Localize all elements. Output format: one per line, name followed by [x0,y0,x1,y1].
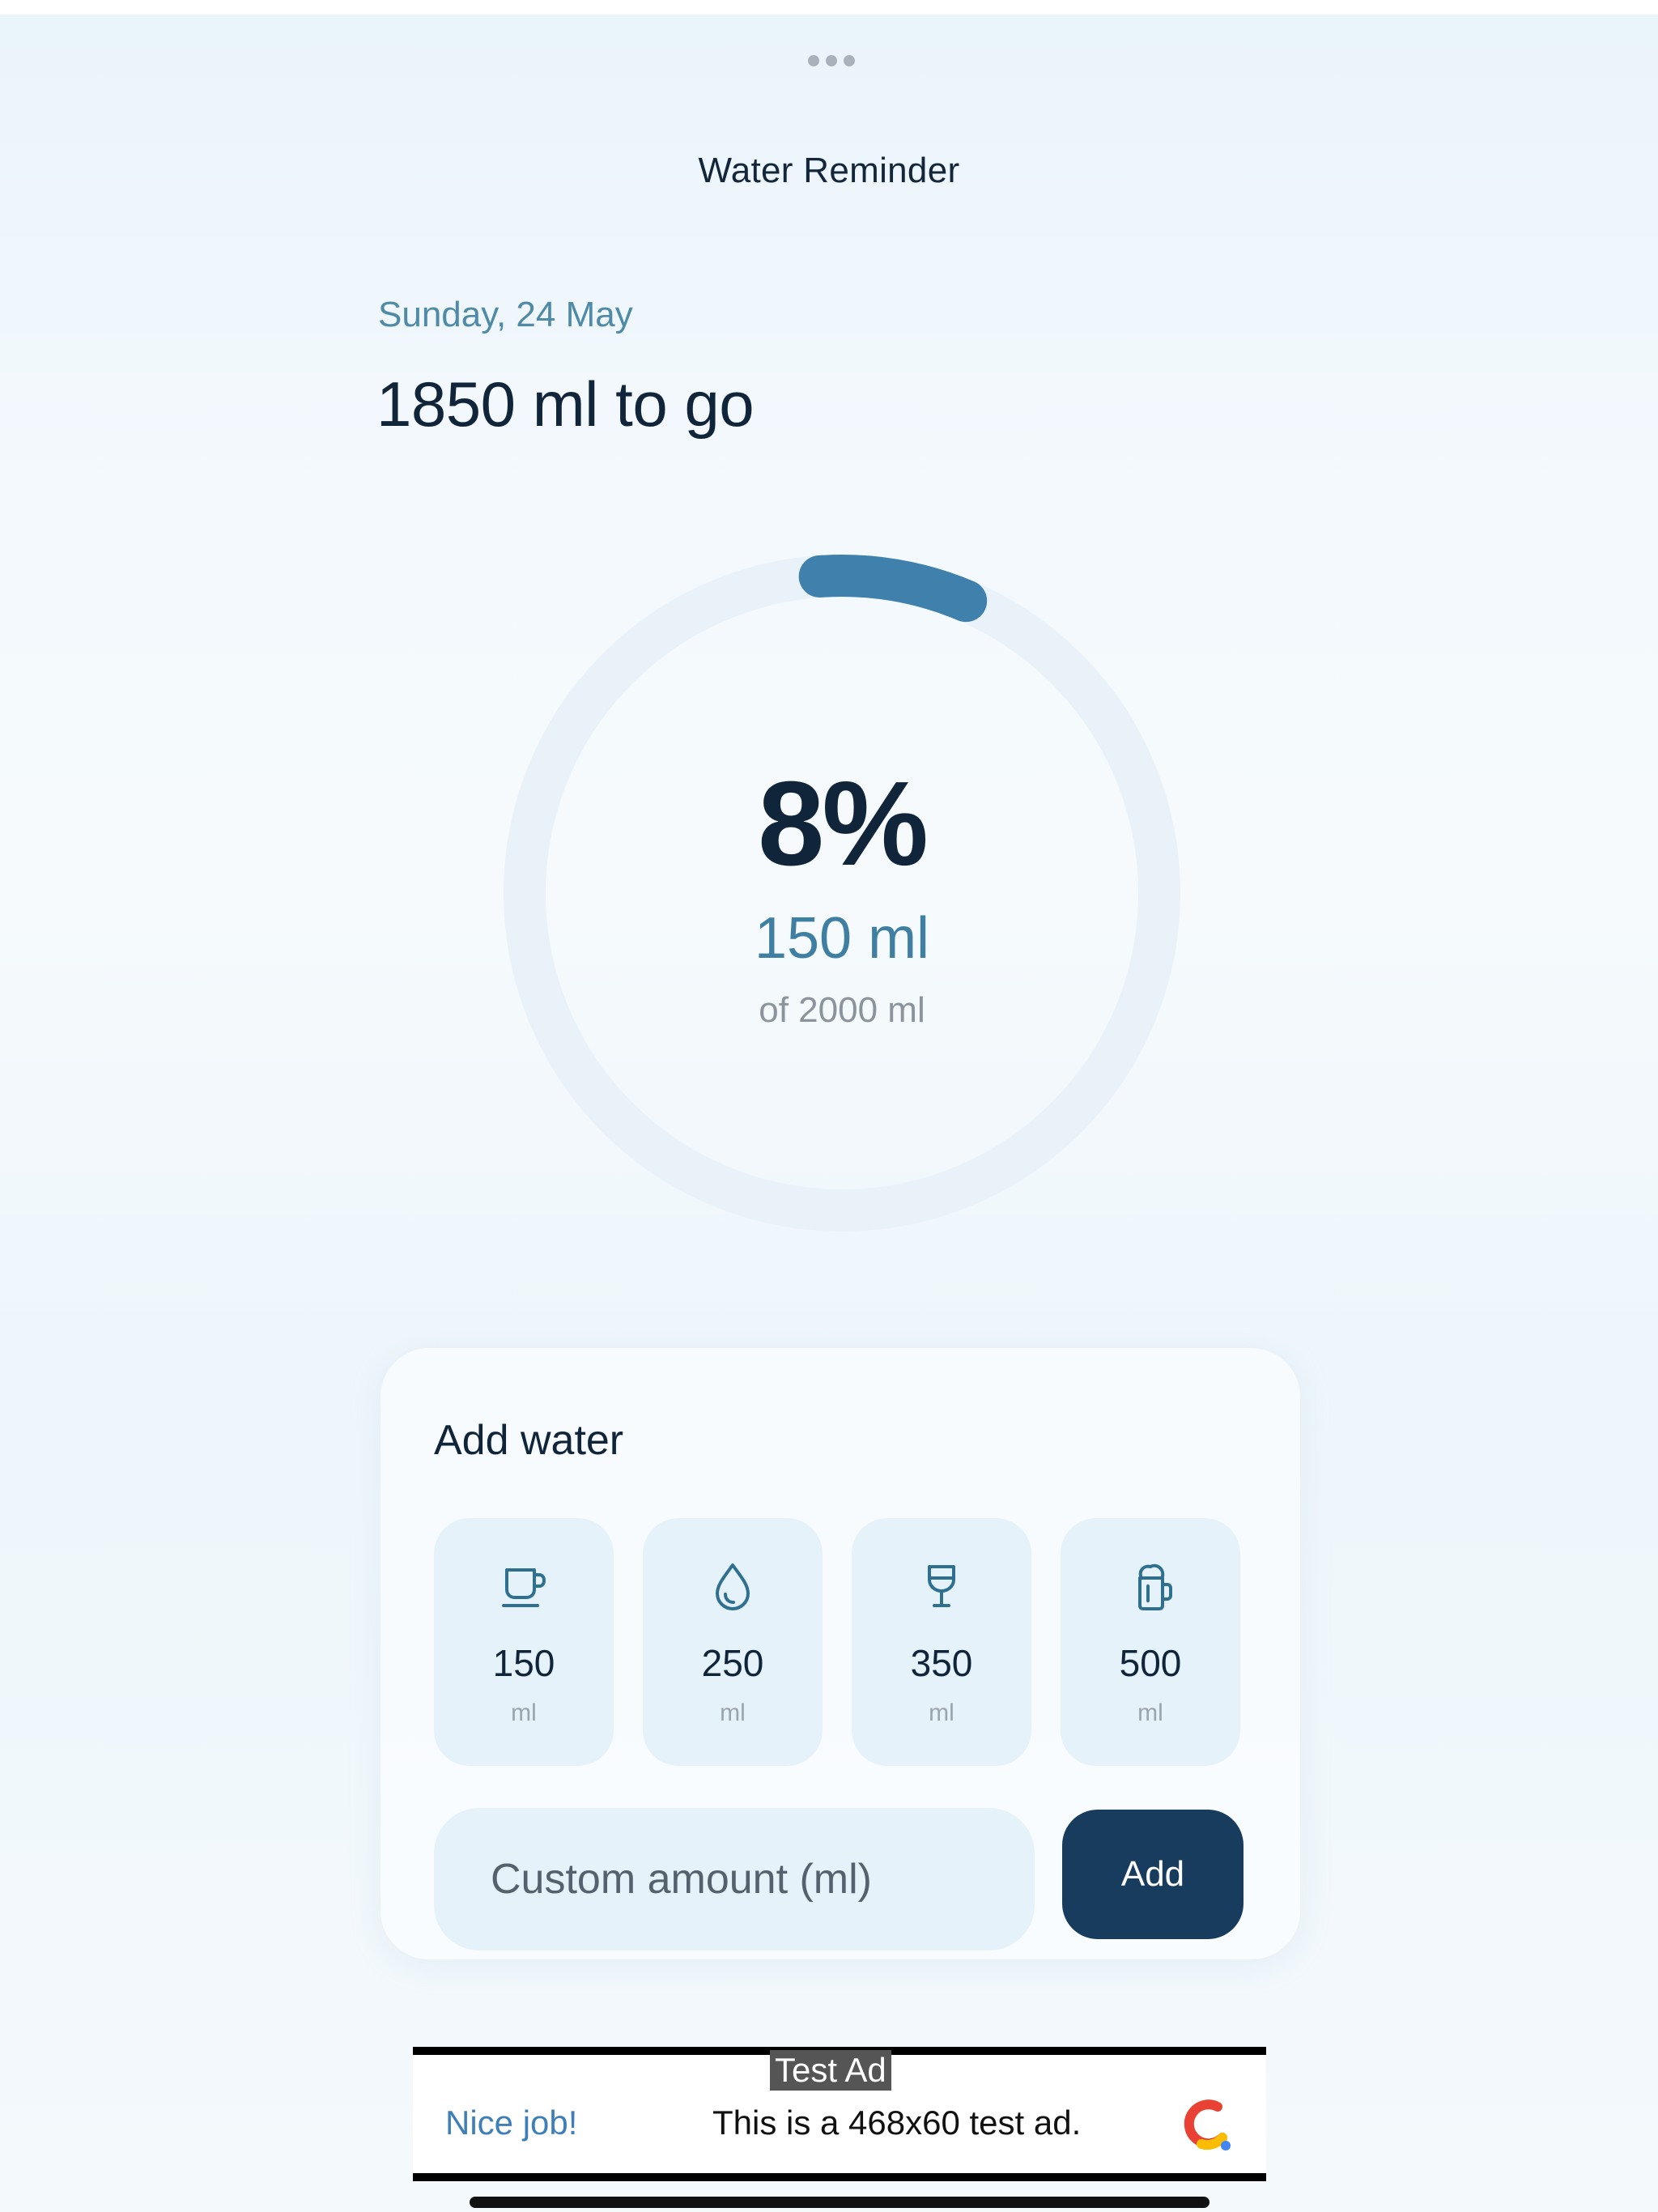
preset-unit: ml [929,1699,954,1726]
more-dot [826,55,837,66]
add-water-card: Add water 150 ml 250 ml 350 ml 500 ml Cu… [380,1348,1300,1959]
ad-banner[interactable]: Test Ad Nice job! This is a 468x60 test … [413,2047,1266,2181]
add-button[interactable]: Add [1062,1810,1244,1939]
more-dot [808,55,819,66]
preset-unit: ml [1137,1699,1163,1726]
ad-headline: Nice job! [445,2104,578,2142]
preset-unit: ml [720,1699,746,1726]
preset-value: 500 [1119,1642,1182,1684]
preset-value: 350 [910,1642,973,1684]
more-dot [844,55,855,66]
remaining-amount: 1850 ml to go [376,368,755,440]
preset-500-button[interactable]: 500 ml [1061,1518,1240,1766]
daily-goal: of 2000 ml [759,990,925,1030]
cup-icon [434,1559,614,1615]
ad-body: This is a 468x60 test ad. [712,2104,1082,2142]
app-title: Water Reminder [698,151,960,190]
custom-amount-input[interactable] [434,1808,1035,1950]
ad-network-logo-icon [1177,2095,1237,2159]
consumed-amount: 150 ml [754,906,930,971]
water-drop-icon [643,1559,823,1615]
progress-ring-track [504,555,1180,1231]
home-indicator[interactable] [470,2197,1209,2208]
preset-value: 150 [492,1642,555,1684]
preset-unit: ml [511,1699,537,1726]
preset-150-button[interactable]: 150 ml [434,1518,614,1766]
progress-ring-graphic [504,555,1180,1231]
test-ad-badge: Test Ad [770,2050,891,2091]
preset-350-button[interactable]: 350 ml [852,1518,1031,1766]
more-options-icon[interactable] [808,55,855,66]
progress-percent: 8% [758,757,929,891]
preset-250-button[interactable]: 250 ml [643,1518,823,1766]
preset-amounts: 150 ml 250 ml 350 ml 500 ml [434,1518,1240,1766]
bottle-icon [1061,1559,1240,1615]
app-screen: Water Reminder Sunday, 24 May 1850 ml to… [0,15,1658,2212]
glass-icon [852,1559,1031,1615]
add-water-title: Add water [434,1417,624,1464]
progress-ring: 8% 150 ml of 2000 ml [502,553,1182,1233]
current-date: Sunday, 24 May [378,295,633,334]
preset-value: 250 [701,1642,764,1684]
